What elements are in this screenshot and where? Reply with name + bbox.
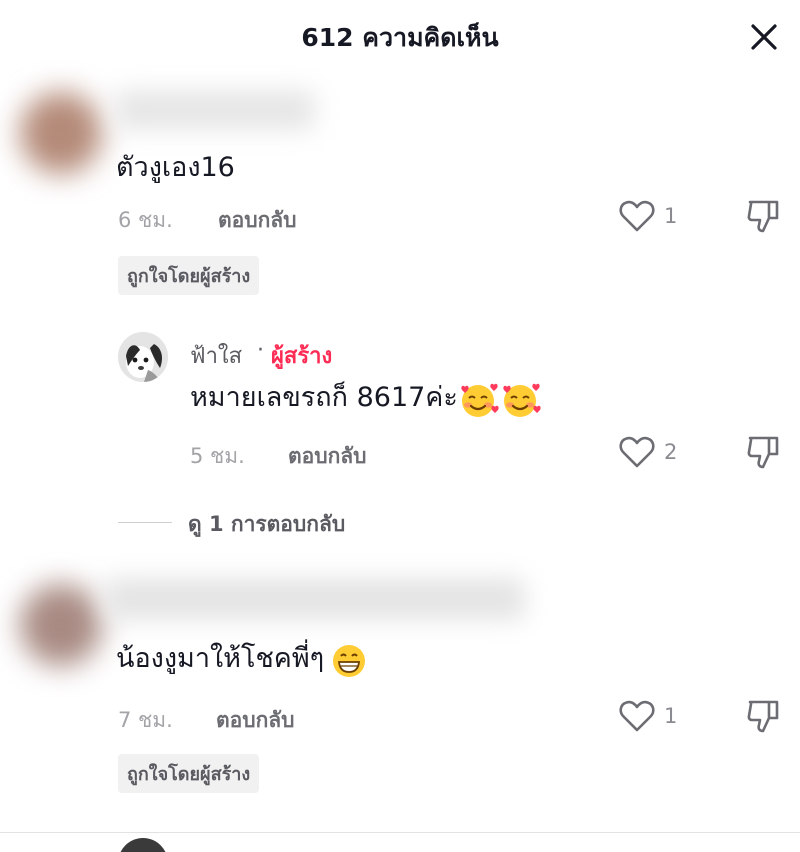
comment-item: ตัวงูเอง16 6 ชม. ตอบกลับ 1 ถูกใจโดยผู้สร… [0,70,800,300]
reply-text-row: หมายเลขรถก็ 8617ค่ะ [190,375,542,424]
thumbs-down-icon[interactable] [746,698,782,736]
liked-by-creator-badge: ถูกใจโดยผู้สร้าง [118,754,260,793]
bottom-divider [0,832,800,833]
comment-text-row: น้องงูมาให้โชคพี่ๆ [116,636,368,684]
smiling-face-with-hearts-emoji [500,380,542,424]
comments-title: 612 ความคิดเห็น [301,23,499,52]
grinning-face-emoji [330,642,368,684]
reply-button[interactable]: ตอบกลับ [218,204,297,237]
liked-by-creator-badge: ถูกใจโดยผู้สร้าง [118,256,260,295]
reply-button[interactable]: ตอบกลับ [288,440,367,473]
view-replies-line [118,522,172,523]
heart-outline-icon[interactable] [618,698,656,734]
username-blurred[interactable] [105,578,525,620]
avatar[interactable] [20,584,102,666]
thumbs-down-icon[interactable] [746,434,782,472]
close-icon[interactable] [746,19,782,55]
heart-outline-icon[interactable] [618,198,656,234]
like-count: 2 [664,440,678,464]
like-count: 1 [664,204,678,228]
comment-time: 7 ชม. [118,708,173,732]
comment-text: น้องงูมาให้โชคพี่ๆ [116,643,325,674]
avatar[interactable] [20,92,102,174]
reply-text: หมายเลขรถก็ 8617ค่ะ [190,382,458,413]
creator-label: ผู้สร้าง [271,344,333,369]
reply-avatar[interactable] [118,332,168,382]
username-blurred[interactable] [115,90,315,130]
reply-item: ฟ้าใส · ผู้สร้าง หมายเลขรถก็ 8617ค่ะ 5 ช… [0,320,800,490]
reply-button[interactable]: ตอบกลับ [216,704,295,737]
comment-time: 6 ชม. [118,208,173,232]
comment-item: น้องงูมาให้โชคพี่ๆ 7 ชม. ตอบกลับ 1 ถูกใจ… [0,560,800,800]
next-comment-avatar-partial [118,838,168,852]
heart-outline-icon[interactable] [618,434,656,470]
smiling-face-with-hearts-emoji [458,380,500,424]
reply-username[interactable]: ฟ้าใส [190,338,242,373]
thumbs-down-icon[interactable] [746,198,782,236]
like-count: 1 [664,704,678,728]
reply-time: 5 ชม. [190,444,245,468]
view-replies-button[interactable]: ดู 1 การตอบกลับ [188,508,345,541]
name-separator: · [257,338,264,363]
comment-text: ตัวงูเอง16 [116,152,235,183]
